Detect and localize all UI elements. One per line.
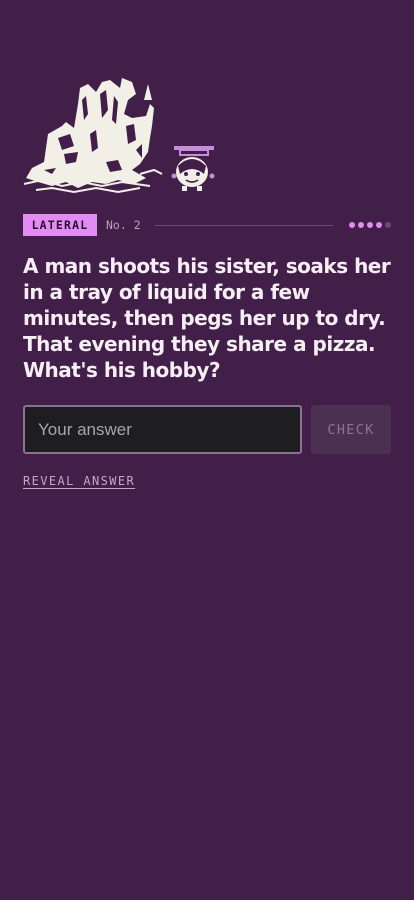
tower-spire (144, 84, 152, 100)
check-button[interactable]: CHECK (311, 405, 391, 454)
progress-dot-filled (358, 222, 364, 228)
puzzle-number: No. 2 (106, 218, 141, 232)
puzzle-question: A man shoots his sister, soaks her in a … (23, 254, 391, 382)
answer-input[interactable] (23, 405, 302, 454)
photo-developing-scene-illustration (23, 78, 215, 194)
category-badge: LATERAL (23, 214, 97, 236)
progress-dot-filled (349, 222, 355, 228)
progress-dot-empty (385, 222, 391, 228)
character-figure (171, 146, 215, 191)
reveal-answer-link[interactable]: REVEAL ANSWER (23, 474, 135, 488)
puzzle-meta-row: LATERAL No. 2 (23, 214, 391, 236)
progress-dots (349, 222, 391, 228)
divider (154, 224, 333, 226)
progress-dot-filled (367, 222, 373, 228)
progress-dot-filled (376, 222, 382, 228)
